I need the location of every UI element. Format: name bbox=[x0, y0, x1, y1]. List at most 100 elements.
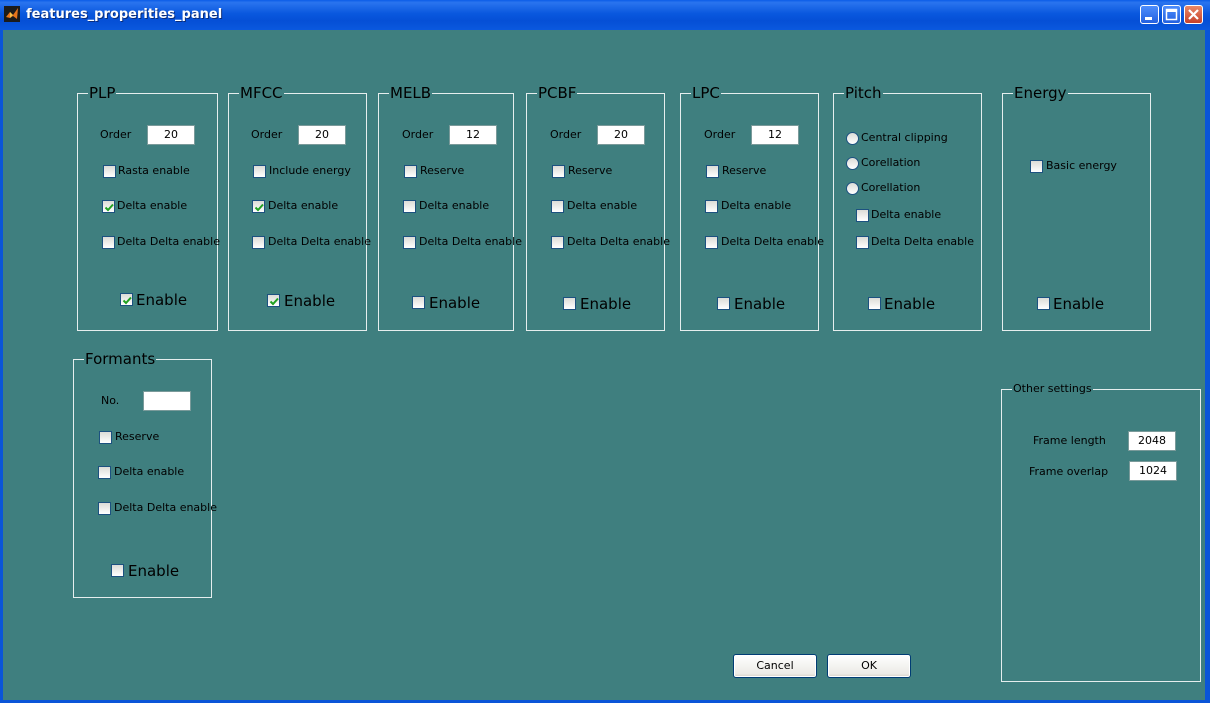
plp-delta-delta-checkbox[interactable] bbox=[102, 236, 115, 249]
plp-panel: PLP Order 20 Rasta enable Delta enable D… bbox=[77, 84, 220, 331]
formants-delta-checkbox[interactable] bbox=[98, 466, 111, 479]
option-label: Delta Delta enable bbox=[117, 235, 220, 248]
checkmark-icon bbox=[122, 296, 132, 305]
basic-energy-checkbox[interactable] bbox=[1030, 160, 1043, 173]
enable-label: Enable bbox=[284, 292, 336, 310]
order-label: Order bbox=[251, 128, 283, 141]
enable-label: Enable bbox=[136, 291, 188, 309]
cancel-button[interactable]: Cancel bbox=[733, 654, 817, 678]
option-label: Delta enable bbox=[567, 199, 638, 212]
close-icon bbox=[1188, 9, 1199, 20]
pcbf-enable-checkbox[interactable] bbox=[563, 297, 576, 310]
lpc-panel: LPC Order 12 Reserve Delta enable Delta … bbox=[680, 84, 824, 331]
order-label: Order bbox=[100, 128, 132, 141]
mfcc-delta-delta-checkbox[interactable] bbox=[252, 236, 265, 249]
option-label: Delta Delta enable bbox=[419, 235, 522, 248]
option-label: Reserve bbox=[115, 430, 160, 443]
pcbf-delta-delta-checkbox[interactable] bbox=[551, 236, 564, 249]
pcbf-reserve-checkbox[interactable] bbox=[552, 165, 565, 178]
pcbf-panel: PCBF Order 20 Reserve Delta enable Delta… bbox=[526, 84, 670, 331]
enable-label: Enable bbox=[1053, 295, 1105, 313]
plp-delta-checkbox[interactable] bbox=[102, 200, 115, 213]
maximize-button[interactable] bbox=[1162, 5, 1181, 24]
formants-panel: Formants No. Reserve Delta enable Delta … bbox=[73, 350, 217, 598]
frame-overlap-input[interactable]: 1024 bbox=[1129, 461, 1177, 481]
option-label: Delta Delta enable bbox=[268, 235, 371, 248]
mfcc-enable-checkbox[interactable] bbox=[267, 294, 280, 307]
panel-title: Energy bbox=[1013, 84, 1068, 102]
plp-rasta-checkbox[interactable] bbox=[103, 165, 116, 178]
mfcc-delta-checkbox[interactable] bbox=[252, 200, 265, 213]
melb-reserve-checkbox[interactable] bbox=[404, 165, 417, 178]
option-label: Delta Delta enable bbox=[114, 501, 217, 514]
panel-title: LPC bbox=[691, 84, 721, 102]
lpc-reserve-checkbox[interactable] bbox=[706, 165, 719, 178]
panel-title: PLP bbox=[88, 84, 117, 102]
pcbf-order-input[interactable]: 20 bbox=[597, 125, 645, 145]
mfcc-order-input[interactable]: 20 bbox=[298, 125, 346, 145]
panel-title: MELB bbox=[389, 84, 433, 102]
enable-label: Enable bbox=[884, 295, 936, 313]
pitch-panel: Pitch Central clipping Corellation Corel… bbox=[833, 84, 982, 331]
pitch-corellation-radio[interactable] bbox=[846, 157, 859, 170]
close-button[interactable] bbox=[1184, 5, 1203, 24]
energy-panel: Energy Basic energy Enable bbox=[1002, 84, 1151, 331]
melb-order-input[interactable]: 12 bbox=[449, 125, 497, 145]
title-bar[interactable]: features_properities_panel bbox=[0, 0, 1210, 30]
option-label: Reserve bbox=[568, 164, 613, 177]
melb-delta-delta-checkbox[interactable] bbox=[403, 236, 416, 249]
option-label: Delta enable bbox=[419, 199, 490, 212]
option-label: Delta Delta enable bbox=[871, 235, 974, 248]
enable-label: Enable bbox=[580, 295, 632, 313]
radio-label: Corellation bbox=[861, 181, 921, 194]
lpc-delta-checkbox[interactable] bbox=[705, 200, 718, 213]
mfcc-include-energy-checkbox[interactable] bbox=[253, 165, 266, 178]
energy-enable-checkbox[interactable] bbox=[1037, 297, 1050, 310]
checkmark-icon bbox=[104, 203, 114, 212]
enable-label: Enable bbox=[128, 562, 180, 580]
panel-title: Formants bbox=[84, 350, 157, 368]
melb-delta-checkbox[interactable] bbox=[403, 200, 416, 213]
pcbf-delta-checkbox[interactable] bbox=[551, 200, 564, 213]
enable-label: Enable bbox=[429, 294, 481, 312]
melb-enable-checkbox[interactable] bbox=[412, 296, 425, 309]
order-label: Order bbox=[704, 128, 736, 141]
no-label: No. bbox=[101, 394, 120, 407]
order-label: Order bbox=[550, 128, 582, 141]
option-label: Delta Delta enable bbox=[721, 235, 824, 248]
ok-button[interactable]: OK bbox=[827, 654, 911, 678]
pitch-enable-checkbox[interactable] bbox=[868, 297, 881, 310]
frame-length-label: Frame length bbox=[1033, 434, 1106, 447]
minimize-button[interactable] bbox=[1140, 5, 1159, 24]
formants-enable-checkbox[interactable] bbox=[111, 564, 124, 577]
pitch-central-clipping-radio[interactable] bbox=[846, 132, 859, 145]
plp-enable-checkbox[interactable] bbox=[120, 293, 133, 306]
panel-title: PCBF bbox=[537, 84, 578, 102]
lpc-enable-checkbox[interactable] bbox=[717, 297, 730, 310]
panel-title: Pitch bbox=[844, 84, 883, 102]
other-settings-panel: Other settings Frame length 2048 Frame o… bbox=[1001, 382, 1201, 682]
order-label: Order bbox=[402, 128, 434, 141]
matlab-icon bbox=[4, 6, 20, 22]
radio-label: Corellation bbox=[861, 156, 921, 169]
option-label: Include energy bbox=[269, 164, 351, 177]
lpc-order-input[interactable]: 12 bbox=[751, 125, 799, 145]
formants-delta-delta-checkbox[interactable] bbox=[98, 502, 111, 515]
window-title: features_properities_panel bbox=[26, 7, 223, 22]
formants-reserve-checkbox[interactable] bbox=[99, 431, 112, 444]
option-label: Delta enable bbox=[117, 199, 188, 212]
checkmark-icon bbox=[269, 297, 279, 306]
formants-no-input[interactable] bbox=[143, 391, 191, 411]
panel-title: MFCC bbox=[239, 84, 284, 102]
pitch-corellation-radio-2[interactable] bbox=[846, 182, 859, 195]
panel-title: Other settings bbox=[1012, 382, 1093, 396]
maximize-icon bbox=[1165, 8, 1178, 21]
option-label: Delta enable bbox=[114, 465, 185, 478]
pitch-delta-checkbox[interactable] bbox=[856, 209, 869, 222]
minimize-icon bbox=[1145, 17, 1152, 20]
plp-order-input[interactable]: 20 bbox=[147, 125, 195, 145]
frame-length-input[interactable]: 2048 bbox=[1128, 431, 1176, 451]
option-label: Delta enable bbox=[268, 199, 339, 212]
lpc-delta-delta-checkbox[interactable] bbox=[705, 236, 718, 249]
pitch-delta-delta-checkbox[interactable] bbox=[856, 236, 869, 249]
